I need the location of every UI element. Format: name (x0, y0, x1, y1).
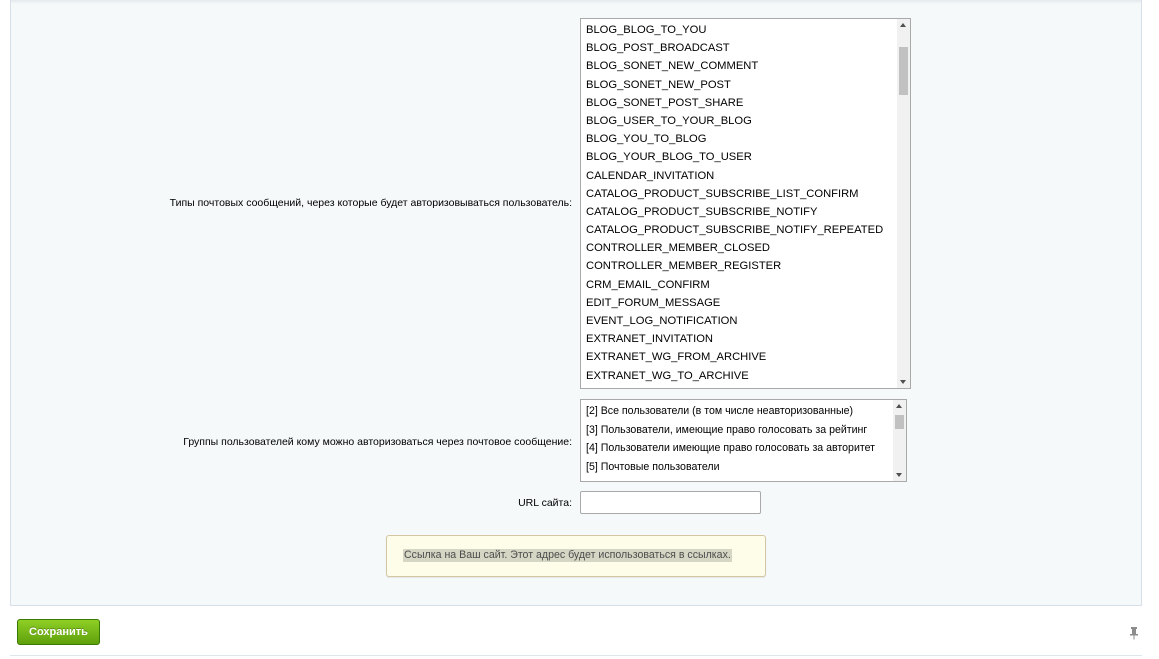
list-option[interactable]: CATALOG_PRODUCT_SUBSCRIBE_NOTIFY_REPEATE… (586, 221, 897, 239)
list-option[interactable]: [2] Все пользователи (в том числе неавто… (586, 402, 893, 421)
scroll-down-arrow-icon[interactable] (893, 468, 906, 481)
list-option[interactable]: BLOG_USER_TO_YOUR_BLOG (586, 112, 897, 130)
list-option[interactable]: [3] Пользователи, имеющие право голосова… (586, 421, 893, 440)
list-option[interactable]: CATALOG_PRODUCT_SUBSCRIBE_LIST_CONFIRM (586, 185, 897, 203)
list-option[interactable]: EDIT_FORUM_MESSAGE (586, 294, 897, 312)
list-option[interactable]: EXTRANET_WG_TO_ARCHIVE (586, 367, 897, 385)
mail-types-listbox[interactable]: BLOG_BLOG_TO_YOU BLOG_POST_BROADCAST BLOG_… (580, 18, 911, 389)
site-url-hint-box: Ссылка на Ваш сайт. Этот адрес будет исп… (386, 535, 766, 577)
panel-top-shadow (11, 0, 1141, 4)
list-option[interactable]: EXTRANET_WG_FROM_ARCHIVE (586, 348, 897, 366)
list-option[interactable]: BLOG_POST_BROADCAST (586, 39, 897, 57)
scrollbar-thumb[interactable] (895, 415, 904, 429)
list-option[interactable]: BLOG_YOUR_BLOG_TO_USER (586, 148, 897, 166)
mail-types-options[interactable]: BLOG_BLOG_TO_YOU BLOG_POST_BROADCAST BLOG_… (581, 19, 897, 388)
list-option[interactable]: BLOG_SONET_POST_SHARE (586, 94, 897, 112)
list-option[interactable]: CONTROLLER_MEMBER_REGISTER (586, 257, 897, 275)
list-option[interactable]: EXTRANET_INVITATION (586, 330, 897, 348)
list-option[interactable]: BLOG_SONET_NEW_COMMENT (586, 57, 897, 75)
site-url-label: URL сайта: (518, 497, 572, 509)
list-option[interactable]: BLOG_SONET_NEW_POST (586, 76, 897, 94)
list-option[interactable]: CALENDAR_INVITATION (586, 167, 897, 185)
user-groups-listbox[interactable]: [2] Все пользователи (в том числе неавто… (580, 399, 907, 482)
user-groups-options[interactable]: [2] Все пользователи (в том числе неавто… (581, 400, 893, 481)
settings-form-panel (10, 0, 1142, 606)
scrollbar-thumb[interactable] (899, 47, 908, 95)
pin-icon[interactable] (1129, 626, 1139, 640)
list-option[interactable]: [5] Почтовые пользователи (586, 458, 893, 477)
mail-types-label: Типы почтовых сообщений, через которые б… (169, 197, 572, 209)
list-option[interactable]: FEEDBACK_FORM (586, 385, 897, 389)
user-groups-scrollbar[interactable] (893, 400, 906, 481)
footer-divider (10, 655, 1142, 656)
list-option[interactable]: CONTROLLER_MEMBER_CLOSED (586, 239, 897, 257)
list-option[interactable]: BLOG_BLOG_TO_YOU (586, 21, 897, 39)
mail-types-scrollbar[interactable] (897, 19, 910, 388)
user-groups-label: Группы пользователей кому можно авторизо… (183, 436, 572, 448)
scroll-up-arrow-icon[interactable] (893, 400, 906, 413)
site-url-input[interactable] (580, 491, 761, 514)
list-option[interactable]: CRM_EMAIL_CONFIRM (586, 276, 897, 294)
site-url-hint-text: Ссылка на Ваш сайт. Этот адрес будет исп… (403, 549, 732, 562)
list-option[interactable]: EVENT_LOG_NOTIFICATION (586, 312, 897, 330)
list-option[interactable]: CATALOG_PRODUCT_SUBSCRIBE_NOTIFY (586, 203, 897, 221)
list-option[interactable]: BLOG_YOU_TO_BLOG (586, 130, 897, 148)
list-option[interactable]: [4] Пользователи имеющие право голосоват… (586, 439, 893, 458)
scroll-up-arrow-icon[interactable] (897, 19, 910, 32)
save-button[interactable]: Сохранить (17, 619, 100, 645)
scroll-down-arrow-icon[interactable] (897, 375, 910, 388)
